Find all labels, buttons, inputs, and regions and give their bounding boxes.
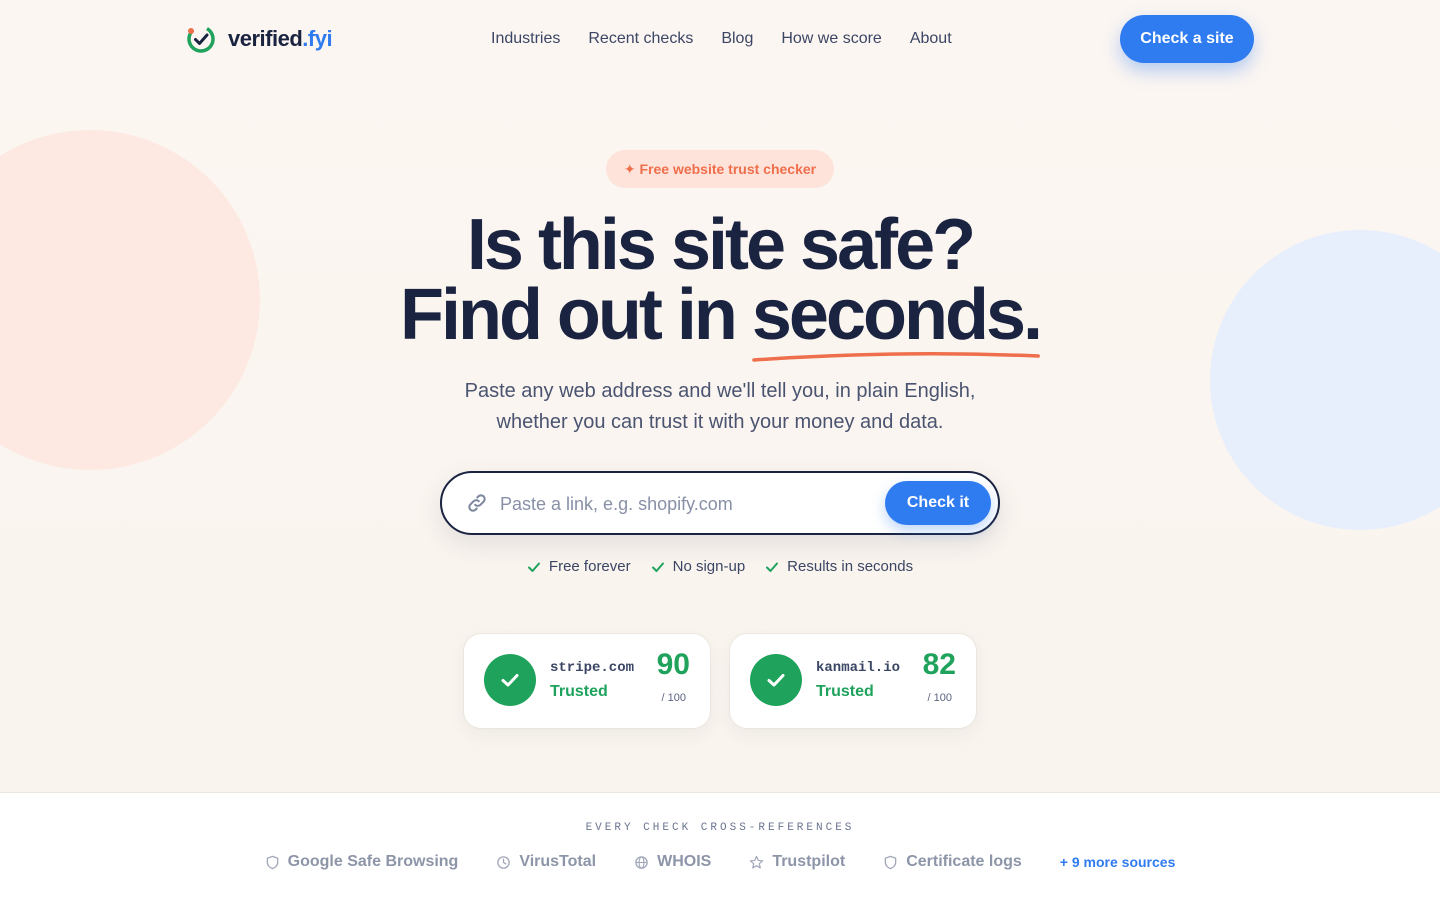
sources-strip: EVERY CHECK CROSS-REFERENCES Google Safe… bbox=[0, 792, 1440, 901]
source-label: VirusTotal bbox=[519, 853, 597, 870]
card-domain: stripe.com bbox=[550, 660, 635, 676]
subhead-line-2: whether you can trust it with your money… bbox=[496, 411, 944, 433]
source-whois: WHOIS bbox=[634, 853, 711, 871]
nav-link-industries[interactable]: Industries bbox=[491, 30, 560, 48]
globe-icon bbox=[635, 855, 648, 869]
nav-links: Industries Recent checks Blog How we sco… bbox=[491, 30, 952, 48]
perk-item: Free forever bbox=[527, 558, 631, 575]
star-icon bbox=[750, 855, 764, 869]
perk-label: Results in seconds bbox=[787, 558, 914, 575]
shield-icon bbox=[266, 855, 278, 869]
check-icon bbox=[767, 674, 785, 687]
check-icon bbox=[527, 562, 540, 572]
brand-suffix: .fyi bbox=[302, 26, 333, 51]
source-virustotal: VirusTotal bbox=[496, 853, 596, 871]
headline-line-1: Is this site safe? bbox=[466, 205, 976, 285]
nav-link-blog[interactable]: Blog bbox=[721, 30, 753, 48]
source-trustpilot: Trustpilot bbox=[749, 853, 845, 871]
check-it-button[interactable]: Check it bbox=[885, 481, 991, 525]
logo-check-icon bbox=[187, 25, 215, 53]
trusted-check-badge bbox=[750, 654, 802, 706]
source-label: Trustpilot bbox=[772, 853, 846, 870]
sources-list: Google Safe Browsing VirusTotal WHOIS Tr… bbox=[0, 853, 1440, 871]
top-nav: verified.fyi Industries Recent checks Bl… bbox=[0, 0, 1440, 80]
card-domain: kanmail.io bbox=[816, 660, 901, 676]
clock-icon bbox=[497, 855, 511, 869]
brand-logo[interactable]: verified.fyi bbox=[186, 24, 333, 54]
check-icon bbox=[501, 674, 519, 687]
url-search-form: Check it bbox=[440, 471, 1000, 535]
card-status: Trusted bbox=[816, 683, 874, 700]
hero-badge: ✦ Free website trust checker bbox=[606, 150, 834, 188]
brand-name: verified.fyi bbox=[228, 26, 333, 51]
squiggle-underline bbox=[752, 352, 1040, 362]
card-score-max: / 100 bbox=[927, 692, 952, 704]
sample-result-card[interactable]: kanmail.io Trusted 82 / 100 bbox=[729, 633, 977, 729]
check-icon bbox=[766, 562, 779, 572]
headline-line-2: Find out in seconds. bbox=[0, 279, 1440, 362]
check-icon bbox=[651, 562, 664, 572]
card-score: 90 bbox=[656, 648, 690, 681]
link-icon bbox=[468, 494, 486, 512]
perk-list: Free forever No sign-up Results in secon… bbox=[0, 558, 1440, 575]
perk-item: Results in seconds bbox=[765, 558, 913, 575]
subhead-line-1: Paste any web address and we'll tell you… bbox=[464, 380, 976, 402]
hero-subhead: Paste any web address and we'll tell you… bbox=[0, 376, 1440, 438]
trusted-check-badge bbox=[484, 654, 536, 706]
source-google-safe-browsing: Google Safe Browsing bbox=[265, 853, 459, 871]
card-score: 82 bbox=[922, 648, 956, 681]
nav-link-about[interactable]: About bbox=[910, 30, 952, 48]
nav-link-how-we-score[interactable]: How we score bbox=[781, 30, 881, 48]
card-status: Trusted bbox=[550, 683, 608, 700]
headline-highlight: seconds. bbox=[752, 279, 1043, 362]
source-label: Certificate logs bbox=[906, 853, 1022, 870]
source-label: WHOIS bbox=[657, 853, 712, 870]
source-label: Google Safe Browsing bbox=[287, 853, 459, 870]
url-input[interactable] bbox=[498, 485, 822, 523]
sources-label: EVERY CHECK CROSS-REFERENCES bbox=[585, 822, 855, 834]
check-a-site-button[interactable]: Check a site bbox=[1120, 15, 1254, 63]
card-score-max: / 100 bbox=[661, 692, 686, 704]
nav-link-recent-checks[interactable]: Recent checks bbox=[588, 30, 693, 48]
headline-suffix: . bbox=[1023, 275, 1043, 355]
perk-item: No sign-up bbox=[651, 558, 746, 575]
perk-label: Free forever bbox=[548, 558, 631, 575]
source-certificate-logs: Certificate logs bbox=[883, 853, 1022, 871]
sample-result-card[interactable]: stripe.com Trusted 90 / 100 bbox=[463, 633, 711, 729]
more-sources-link[interactable]: + 9 more sources bbox=[1060, 854, 1176, 870]
hero-headline: Is this site safe? Find out in seconds. bbox=[0, 205, 1440, 362]
headline-prefix: Find out in bbox=[399, 275, 752, 355]
shield-icon bbox=[884, 855, 897, 869]
perk-label: No sign-up bbox=[672, 558, 746, 575]
